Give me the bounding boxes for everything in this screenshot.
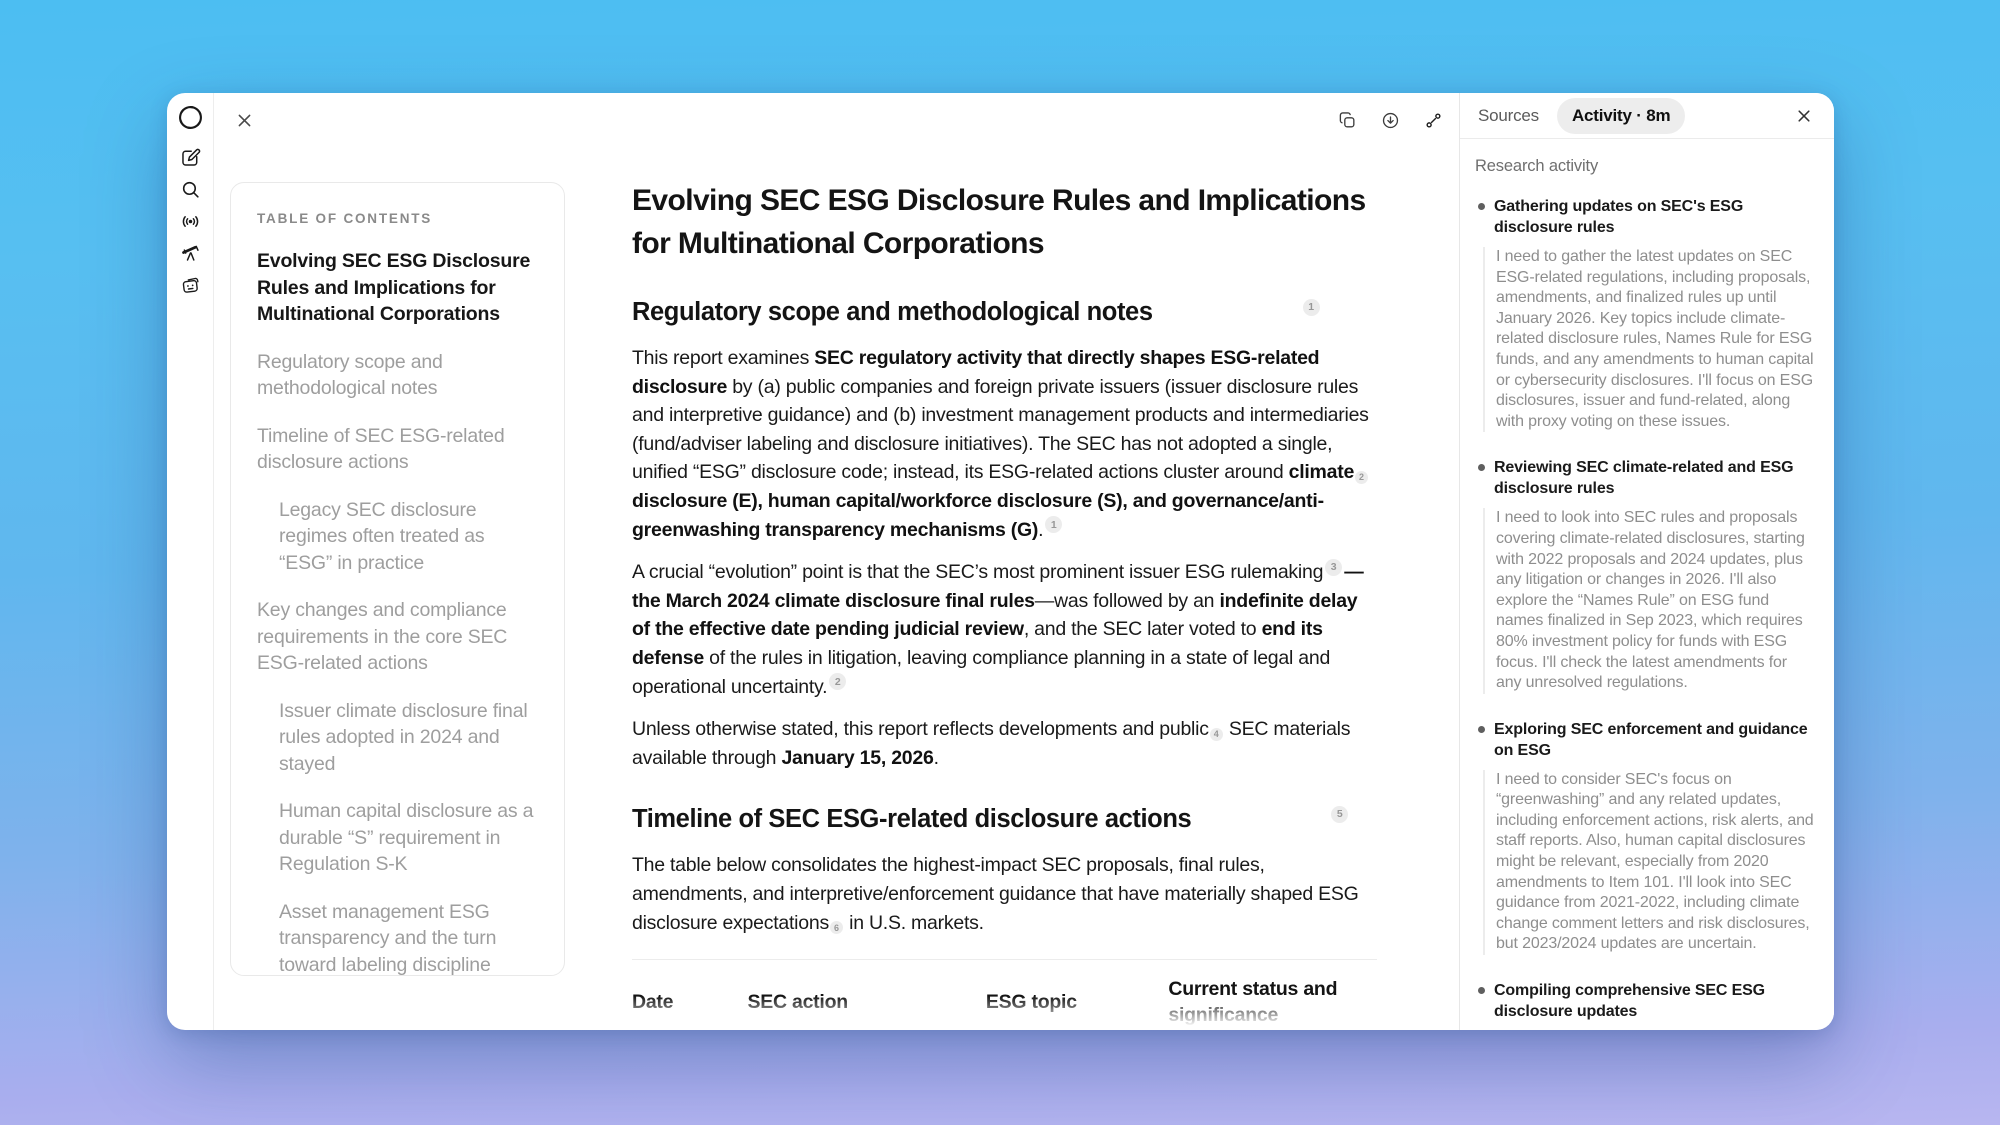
activity-item-titlerow[interactable]: Compiling comprehensive SEC ESG disclosu… (1475, 980, 1814, 1022)
bullet-dot-icon (1478, 726, 1485, 733)
activity-item-title: Exploring SEC enforcement and guidance o… (1494, 719, 1814, 761)
activity-item-titlerow[interactable]: Reviewing SEC climate-related and ESG di… (1475, 457, 1814, 499)
toc-item[interactable]: Key changes and compliance requirements … (257, 597, 538, 677)
gpts-icon[interactable] (175, 270, 205, 300)
bullet-dot-icon (1478, 987, 1485, 994)
section-heading: Regulatory scope and methodological note… (632, 295, 1377, 330)
activity-item[interactable]: Gathering updates on SEC's ESG disclosur… (1475, 196, 1814, 432)
toc-item[interactable]: Issuer climate disclosure final rules ad… (279, 698, 538, 778)
research-activity-title: Research activity (1475, 157, 1814, 176)
toc-item[interactable]: Asset management ESG transparency and th… (279, 899, 538, 977)
toc-item[interactable]: Timeline of SEC ESG-related disclosure a… (257, 423, 538, 476)
toc-item[interactable]: Legacy SEC disclosure regimes often trea… (279, 497, 538, 577)
openai-logo-icon (175, 102, 205, 132)
broadcast-icon[interactable] (175, 206, 205, 236)
activity-item-title: Compiling comprehensive SEC ESG disclosu… (1494, 980, 1814, 1022)
report-paragraph: This report examines SEC regulatory acti… (632, 344, 1377, 544)
search-icon[interactable] (175, 174, 205, 204)
citation-badge[interactable]: 2 (829, 673, 846, 690)
toc-list: Evolving SEC ESG Disclosure Rules and Im… (257, 248, 538, 976)
activity-item-title: Gathering updates on SEC's ESG disclosur… (1494, 196, 1814, 238)
bullet-dot-icon (1478, 464, 1485, 471)
activity-item-titlerow[interactable]: Exploring SEC enforcement and guidance o… (1475, 719, 1814, 761)
citation-badge[interactable]: 4 (1210, 728, 1223, 741)
chatgpt-window: TABLE OF CONTENTS Evolving SEC ESG Discl… (167, 93, 1834, 1030)
tab-sources[interactable]: Sources (1476, 102, 1541, 130)
table-header-cell: ESG topic (986, 989, 1169, 1015)
app-rail (167, 93, 214, 1030)
desktop-background: TABLE OF CONTENTS Evolving SEC ESG Discl… (0, 0, 2000, 1125)
citation-badge[interactable]: 1 (1303, 299, 1320, 316)
activity-list: Gathering updates on SEC's ESG disclosur… (1475, 196, 1814, 1030)
activity-item-titlerow[interactable]: Gathering updates on SEC's ESG disclosur… (1475, 196, 1814, 238)
table-header-cell: SEC action (747, 989, 985, 1015)
activity-item[interactable]: Exploring SEC enforcement and guidance o… (1475, 719, 1814, 955)
compose-icon[interactable] (175, 142, 205, 172)
activity-item[interactable]: Compiling comprehensive SEC ESG disclosu… (1475, 980, 1814, 1030)
section-heading: Timeline of SEC ESG-related disclosure a… (632, 802, 1377, 837)
activity-panel: Sources Activity · 8m Research activity … (1459, 93, 1834, 1030)
table-header-row: DateSEC actionESG topicCurrent status an… (632, 959, 1377, 1030)
citation-badge[interactable]: 6 (830, 921, 843, 934)
citation-badge[interactable]: 2 (1355, 471, 1368, 484)
telescope-icon[interactable] (175, 238, 205, 268)
tab-activity[interactable]: Activity · 8m (1557, 98, 1686, 134)
report-paragraph: A crucial “evolution” point is that the … (632, 558, 1377, 701)
activity-panel-body: Research activity Gathering updates on S… (1460, 139, 1834, 1030)
report-main: TABLE OF CONTENTS Evolving SEC ESG Discl… (214, 93, 1459, 1030)
link-icon[interactable] (1419, 106, 1447, 134)
report-paragraph: Unless otherwise stated, this report ref… (632, 715, 1377, 772)
activity-panel-header: Sources Activity · 8m (1460, 93, 1834, 139)
report-title: Evolving SEC ESG Disclosure Rules and Im… (632, 179, 1377, 265)
activity-item[interactable]: Reviewing SEC climate-related and ESG di… (1475, 457, 1814, 693)
report-paragraph: The table below consolidates the highest… (632, 851, 1377, 937)
close-panel-button[interactable] (1790, 102, 1818, 130)
report-document: Evolving SEC ESG Disclosure Rules and Im… (632, 93, 1377, 1030)
timeline-table: DateSEC actionESG topicCurrent status an… (632, 959, 1377, 1030)
toc-item[interactable]: Evolving SEC ESG Disclosure Rules and Im… (257, 248, 538, 328)
activity-item-body: I need to look into SEC rules and propos… (1483, 508, 1814, 693)
citation-badge[interactable]: 5 (1331, 806, 1348, 823)
close-report-button[interactable] (230, 106, 258, 134)
download-icon[interactable] (1376, 106, 1404, 134)
activity-item-body: I need to consider SEC's focus on “green… (1483, 770, 1814, 955)
table-header-cell: Current status and significance (1168, 976, 1377, 1028)
activity-item-title: Reviewing SEC climate-related and ESG di… (1494, 457, 1814, 499)
toc-item[interactable]: Human capital disclosure as a durable “S… (279, 798, 538, 878)
table-header-cell: Date (632, 989, 747, 1015)
bullet-dot-icon (1478, 203, 1485, 210)
activity-item-body: I need to gather the latest updates on S… (1483, 247, 1814, 432)
toc-item[interactable]: Regulatory scope and methodological note… (257, 349, 538, 402)
citation-badge[interactable]: 1 (1045, 516, 1062, 533)
toc-label: TABLE OF CONTENTS (257, 211, 538, 226)
citation-badge[interactable]: 3 (1325, 559, 1342, 576)
table-of-contents: TABLE OF CONTENTS Evolving SEC ESG Discl… (230, 182, 565, 976)
